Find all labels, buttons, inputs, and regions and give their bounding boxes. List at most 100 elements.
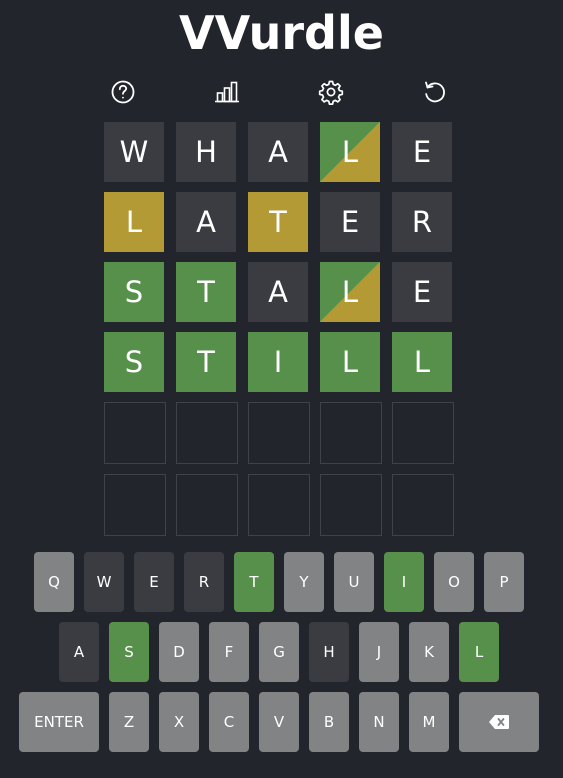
tile-letter: A xyxy=(268,275,288,309)
key-t[interactable]: T xyxy=(234,552,274,612)
tile-letter: L xyxy=(341,135,359,169)
empty-tile xyxy=(248,474,310,536)
key-label: O xyxy=(448,573,460,591)
key-label: H xyxy=(323,643,335,661)
empty-tile xyxy=(320,402,382,464)
tile-letter: S xyxy=(124,345,144,379)
key-o[interactable]: O xyxy=(434,552,474,612)
tile-letter: T xyxy=(197,345,215,379)
letter-tile: L xyxy=(320,262,380,322)
letter-tile: H xyxy=(176,122,236,182)
tile-letter: W xyxy=(119,135,149,169)
letter-tile: L xyxy=(104,192,164,252)
settings-icon xyxy=(318,80,344,105)
backspace-icon xyxy=(489,715,509,729)
key-f[interactable]: F xyxy=(209,622,249,682)
tile-letter: L xyxy=(125,205,143,239)
key-j[interactable]: J xyxy=(359,622,399,682)
key-label: F xyxy=(224,643,234,661)
empty-tile xyxy=(104,402,166,464)
key-label: T xyxy=(249,573,259,591)
key-q[interactable]: Q xyxy=(34,552,74,612)
key-d[interactable]: D xyxy=(159,622,199,682)
key-label: K xyxy=(424,643,434,661)
letter-tile: I xyxy=(248,332,308,392)
tile-letter: L xyxy=(341,345,359,379)
tile-letter: E xyxy=(340,205,360,239)
key-h[interactable]: H xyxy=(309,622,349,682)
key-r[interactable]: R xyxy=(184,552,224,612)
letter-tile: S xyxy=(104,332,164,392)
empty-tile xyxy=(104,474,166,536)
key-p[interactable]: P xyxy=(484,552,524,612)
tile-letter: L xyxy=(413,345,431,379)
key-u[interactable]: U xyxy=(334,552,374,612)
key-label: E xyxy=(149,573,159,591)
key-label: R xyxy=(198,573,210,591)
restart-button[interactable] xyxy=(421,78,449,106)
key-label: V xyxy=(273,713,285,731)
key-m[interactable]: M xyxy=(409,692,449,752)
empty-tile xyxy=(392,402,454,464)
tile-letter: H xyxy=(195,135,217,169)
tile-letter: I xyxy=(273,345,283,379)
stats-icon xyxy=(215,81,239,103)
empty-tile xyxy=(392,474,454,536)
empty-tile xyxy=(176,402,238,464)
help-button[interactable] xyxy=(109,78,137,106)
key-label: C xyxy=(223,713,235,731)
letter-tile: L xyxy=(320,332,380,392)
key-k[interactable]: K xyxy=(409,622,449,682)
key-x[interactable]: X xyxy=(159,692,199,752)
restart-icon xyxy=(425,81,445,103)
letter-tile: A xyxy=(176,192,236,252)
tile-letter: T xyxy=(269,205,287,239)
key-label: M xyxy=(422,713,436,731)
letter-tile: T xyxy=(248,192,308,252)
tile-letter: T xyxy=(197,275,215,309)
letter-tile: A xyxy=(248,262,308,322)
key-label: N xyxy=(373,713,385,731)
key-label: Q xyxy=(48,573,60,591)
key-label: A xyxy=(73,643,85,661)
key-v[interactable]: V xyxy=(259,692,299,752)
letter-tile: R xyxy=(392,192,452,252)
key-y[interactable]: Y xyxy=(284,552,324,612)
tile-letter: L xyxy=(341,275,359,309)
key-c[interactable]: C xyxy=(209,692,249,752)
key-n[interactable]: N xyxy=(359,692,399,752)
letter-tile: W xyxy=(104,122,164,182)
settings-button[interactable] xyxy=(317,78,345,106)
key-g[interactable]: G xyxy=(259,622,299,682)
letter-tile: T xyxy=(176,332,236,392)
letter-tile: L xyxy=(392,332,452,392)
key-b[interactable]: B xyxy=(309,692,349,752)
stats-button[interactable] xyxy=(213,78,241,106)
letter-tile: E xyxy=(392,262,452,322)
key-label: L xyxy=(474,643,484,661)
tile-letter: E xyxy=(412,275,432,309)
key-label: Z xyxy=(123,713,135,731)
key-s[interactable]: S xyxy=(109,622,149,682)
help-icon xyxy=(111,80,135,104)
key-label: I xyxy=(401,573,407,591)
letter-tile: T xyxy=(176,262,236,322)
tile-letter: S xyxy=(124,275,144,309)
key-a[interactable]: A xyxy=(59,622,99,682)
page-title: VVurdle xyxy=(179,6,384,60)
enter-key[interactable]: ENTER xyxy=(19,692,99,752)
letter-tile: E xyxy=(320,192,380,252)
tile-letter: E xyxy=(412,135,432,169)
key-z[interactable]: Z xyxy=(109,692,149,752)
key-l[interactable]: L xyxy=(459,622,499,682)
key-e[interactable]: E xyxy=(134,552,174,612)
tile-letter: A xyxy=(268,135,288,169)
key-label: B xyxy=(323,713,335,731)
backspace-key[interactable] xyxy=(459,692,539,752)
key-label: U xyxy=(348,573,360,591)
tile-letter: R xyxy=(411,205,433,239)
key-i[interactable]: I xyxy=(384,552,424,612)
key-w[interactable]: W xyxy=(84,552,124,612)
key-label: G xyxy=(273,643,285,661)
empty-tile xyxy=(320,474,382,536)
